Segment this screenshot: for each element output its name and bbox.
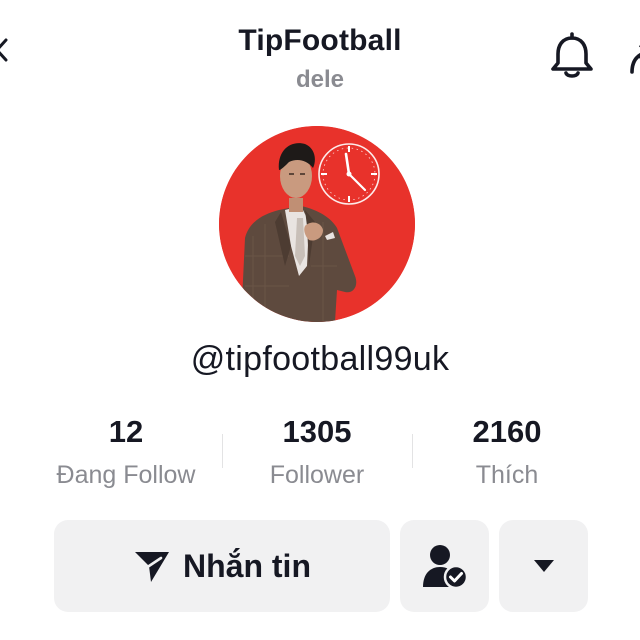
stat-followers-value: 1305	[282, 414, 352, 449]
user-check-icon	[422, 545, 468, 589]
more-options-button[interactable]	[499, 520, 588, 612]
message-button-label: Nhắn tin	[183, 547, 311, 584]
stat-following-value: 12	[108, 414, 144, 449]
caret-down-icon	[533, 560, 554, 572]
avatar[interactable]	[219, 126, 415, 322]
profile-photo	[219, 126, 415, 322]
friend-status-button[interactable]	[400, 520, 489, 612]
username: @tipfootball99uk	[190, 340, 450, 378]
send-icon	[135, 552, 169, 582]
bell-icon[interactable]	[549, 32, 595, 80]
stat-followers-label: Follower	[269, 461, 365, 489]
stat-following-label: Đang Follow	[56, 461, 196, 489]
message-button[interactable]: Nhắn tin	[54, 520, 390, 612]
stat-following[interactable]: 12 Đang Follow	[26, 412, 226, 492]
profile-name: TipFootball	[238, 24, 402, 57]
share-icon[interactable]	[626, 42, 640, 76]
stat-likes[interactable]: 2160 Thích	[407, 412, 607, 492]
profile-screen: TipFootball dele @tipfootball99uk 12 Đan…	[0, 0, 640, 640]
stat-followers[interactable]: 1305 Follower	[217, 412, 417, 492]
stat-likes-value: 2160	[472, 414, 542, 449]
stat-likes-label: Thích	[475, 461, 539, 489]
profile-subtitle: dele	[295, 66, 345, 93]
